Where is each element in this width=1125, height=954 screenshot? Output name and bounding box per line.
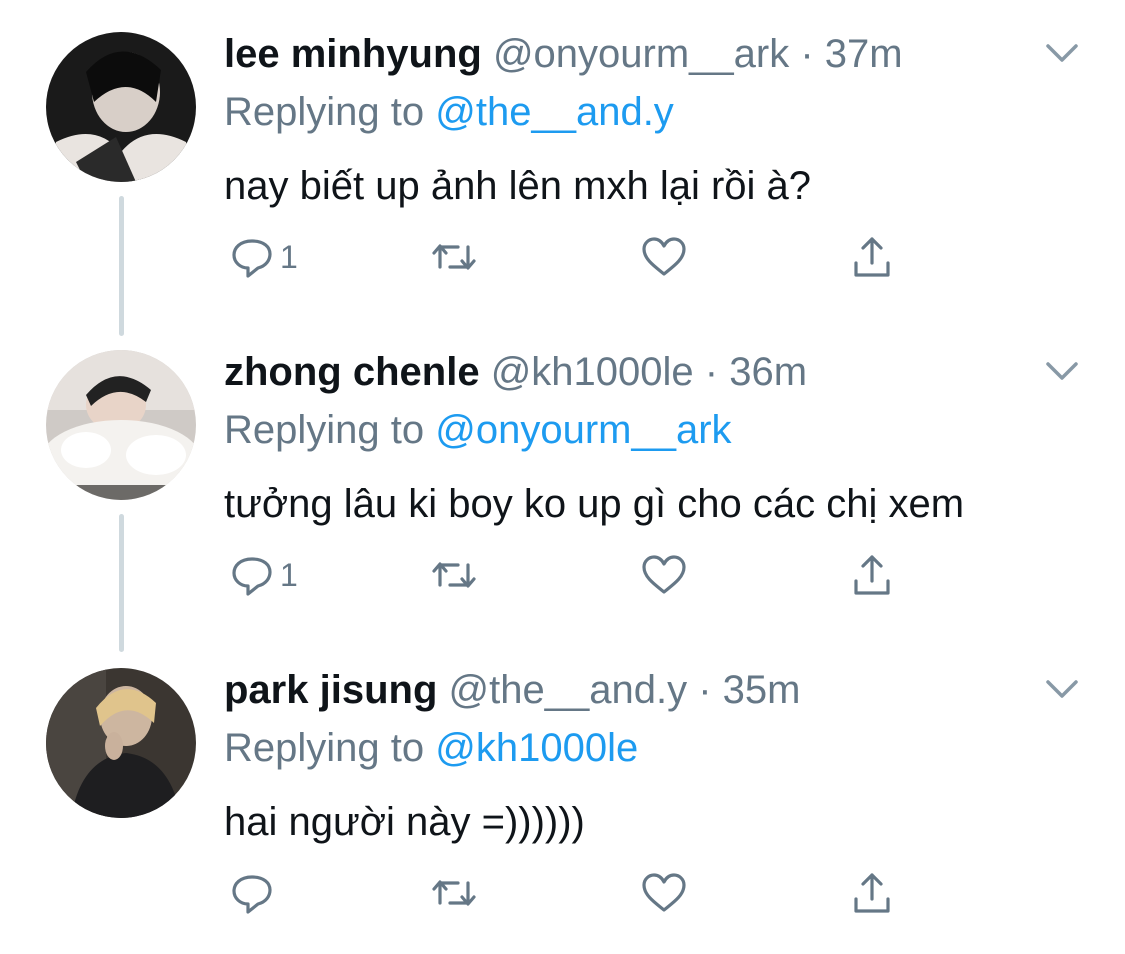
tweet-header: lee minhyung @onyourm__ark · 37m [224, 30, 903, 78]
reply-icon [228, 551, 276, 599]
timestamp[interactable]: 37m [825, 32, 903, 76]
share-icon [848, 233, 896, 281]
reply-icon [228, 869, 276, 917]
like-icon [640, 869, 688, 917]
replying-prefix: Replying to [224, 90, 425, 134]
retweet-icon [430, 551, 478, 599]
retweet-button[interactable] [430, 550, 478, 600]
reply-button[interactable]: 1 [228, 550, 298, 600]
separator-dot: · [687, 668, 723, 712]
avatar[interactable] [46, 32, 196, 182]
action-bar: 1 [224, 550, 924, 600]
action-bar [224, 868, 924, 918]
share-button[interactable] [848, 868, 896, 918]
thread-line [119, 514, 124, 652]
avatar[interactable] [46, 350, 196, 500]
tweet[interactable]: lee minhyung @onyourm__ark · 37m Replyin… [0, 0, 1125, 336]
retweet-button[interactable] [430, 232, 478, 282]
like-icon [640, 233, 688, 281]
tweet[interactable]: zhong chenle @kh1000le · 36m Replying to… [0, 318, 1125, 652]
replying-prefix: Replying to [224, 726, 425, 770]
replying-to: Replying to @kh1000le [224, 724, 638, 772]
reply-button[interactable]: 1 [228, 232, 298, 282]
mention-link[interactable]: @kh1000le [435, 726, 638, 770]
tweet[interactable]: park jisung @the__and.y · 35m Replying t… [0, 636, 1125, 954]
chevron-down-icon[interactable] [1042, 356, 1082, 386]
share-icon [848, 551, 896, 599]
reply-icon [228, 233, 276, 281]
share-icon [848, 869, 896, 917]
timestamp[interactable]: 35m [723, 668, 801, 712]
timestamp[interactable]: 36m [729, 350, 807, 394]
mention-link[interactable]: @the__and.y [435, 90, 674, 134]
avatar[interactable] [46, 668, 196, 818]
retweet-icon [430, 869, 478, 917]
share-button[interactable] [848, 232, 896, 282]
replying-to: Replying to @onyourm__ark [224, 406, 732, 454]
tweet-header: zhong chenle @kh1000le · 36m [224, 348, 807, 396]
tweet-text: nay biết up ảnh lên mxh lại rồi à? [224, 164, 812, 208]
replying-prefix: Replying to [224, 408, 425, 452]
chevron-down-icon[interactable] [1042, 38, 1082, 68]
retweet-button[interactable] [430, 868, 478, 918]
replying-to: Replying to @the__and.y [224, 88, 674, 136]
reply-button[interactable] [228, 868, 280, 918]
separator-dot: · [789, 32, 825, 76]
separator-dot: · [693, 350, 730, 394]
mention-link[interactable]: @onyourm__ark [435, 408, 731, 452]
tweet-header: park jisung @the__and.y · 35m [224, 666, 800, 714]
display-name[interactable]: park jisung [224, 668, 437, 712]
handle[interactable]: @onyourm__ark [493, 32, 789, 76]
handle[interactable]: @kh1000le [491, 350, 694, 394]
reply-count: 1 [280, 556, 298, 593]
thread-line [119, 196, 124, 336]
like-button[interactable] [640, 868, 688, 918]
display-name[interactable]: zhong chenle [224, 350, 480, 394]
chevron-down-icon[interactable] [1042, 674, 1082, 704]
action-bar: 1 [224, 232, 924, 282]
like-icon [640, 551, 688, 599]
display-name[interactable]: lee minhyung [224, 32, 482, 76]
tweet-text: hai người này =)))))) [224, 800, 585, 844]
like-button[interactable] [640, 232, 688, 282]
handle[interactable]: @the__and.y [449, 668, 688, 712]
tweet-text: tưởng lâu ki boy ko up gì cho các chị xe… [224, 482, 965, 526]
reply-count: 1 [280, 238, 298, 275]
share-button[interactable] [848, 550, 896, 600]
retweet-icon [430, 233, 478, 281]
like-button[interactable] [640, 550, 688, 600]
